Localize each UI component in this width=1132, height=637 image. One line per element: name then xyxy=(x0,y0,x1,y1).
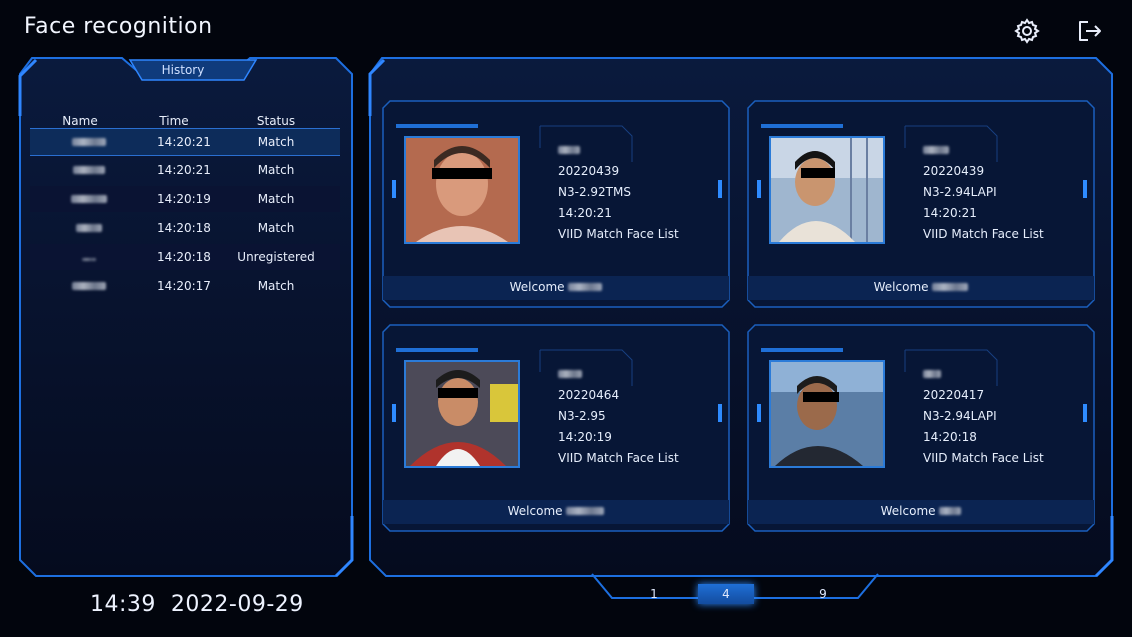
blurred-name xyxy=(82,258,96,261)
card-time: 14:20:19 xyxy=(558,430,612,444)
card-list: VIID Match Face List xyxy=(558,451,679,465)
recognition-card[interactable]: 20220464 N3-2.95 14:20:19 VIID Match Fac… xyxy=(382,324,730,532)
face-photo xyxy=(769,360,885,468)
clock: 14:39 2022-09-29 xyxy=(90,592,304,617)
card-info: 20220439 N3-2.92TMS 14:20:21 VIID Match … xyxy=(558,140,679,245)
column-header-status: Status xyxy=(256,114,296,128)
card-id: 20220464 xyxy=(558,388,620,402)
blurred-name xyxy=(568,283,603,291)
page-option-4[interactable]: 4 xyxy=(698,584,754,604)
card-info: 20220439 N3-2.94LAPI 14:20:21 VIID Match… xyxy=(923,140,1044,245)
row-status: Match xyxy=(257,192,295,206)
recognition-card[interactable]: 20220439 N3-2.94LAPI 14:20:21 VIID Match… xyxy=(747,100,1095,308)
blurred-name xyxy=(932,283,969,291)
table-row[interactable]: 14:20:17 Match xyxy=(30,273,340,299)
card-device: N3-2.92TMS xyxy=(558,185,631,199)
card-time: 14:20:21 xyxy=(923,206,977,220)
card-list: VIID Match Face List xyxy=(923,451,1044,465)
blurred-name xyxy=(72,282,106,290)
row-time: 14:20:19 xyxy=(157,192,211,206)
table-row[interactable]: 14:20:21 Match xyxy=(30,128,340,156)
clock-date: 2022-09-29 xyxy=(170,592,304,617)
row-status: Unregistered xyxy=(237,250,315,264)
row-status: Match xyxy=(257,279,295,293)
welcome-text: Welcome xyxy=(507,504,563,518)
welcome-message: Welcome xyxy=(747,500,1095,522)
row-time: 14:20:18 xyxy=(157,250,211,264)
blurred-name xyxy=(558,370,582,378)
page-option-1[interactable]: 1 xyxy=(626,584,682,604)
row-time: 14:20:17 xyxy=(157,279,211,293)
row-time: 14:20:21 xyxy=(157,163,211,177)
gear-icon[interactable] xyxy=(1012,16,1042,46)
card-info: 20220417 N3-2.94LAPI 14:20:18 VIID Match… xyxy=(923,364,1044,469)
column-header-time: Time xyxy=(159,114,189,128)
tab-history[interactable]: History xyxy=(128,60,238,80)
clock-time: 14:39 xyxy=(90,592,156,617)
row-status: Match xyxy=(257,221,295,235)
page-title: Face recognition xyxy=(24,14,213,39)
row-time: 14:20:18 xyxy=(157,221,211,235)
row-status: Match xyxy=(257,135,295,149)
card-time: 14:20:18 xyxy=(923,430,977,444)
page-option-9[interactable]: 9 xyxy=(795,584,851,604)
face-photo xyxy=(404,360,520,468)
welcome-message: Welcome xyxy=(747,276,1095,298)
row-status: Match xyxy=(257,163,295,177)
card-device: N3-2.94LAPI xyxy=(923,409,997,423)
blurred-name xyxy=(558,146,580,154)
blurred-name xyxy=(566,507,605,515)
blurred-name xyxy=(939,507,962,515)
face-photo xyxy=(404,136,520,244)
recognition-card[interactable]: 20220439 N3-2.92TMS 14:20:21 VIID Match … xyxy=(382,100,730,308)
welcome-text: Welcome xyxy=(873,280,929,294)
card-id: 20220439 xyxy=(923,164,985,178)
row-time: 14:20:21 xyxy=(157,135,211,149)
blurred-name xyxy=(72,138,106,146)
blurred-name xyxy=(73,166,105,174)
card-device: N3-2.94LAPI xyxy=(923,185,997,199)
recognition-card[interactable]: 20220417 N3-2.94LAPI 14:20:18 VIID Match… xyxy=(747,324,1095,532)
face-photo xyxy=(769,136,885,244)
logout-icon[interactable] xyxy=(1074,16,1104,46)
card-list: VIID Match Face List xyxy=(923,227,1044,241)
card-time: 14:20:21 xyxy=(558,206,612,220)
card-info: 20220464 N3-2.95 14:20:19 VIID Match Fac… xyxy=(558,364,679,469)
card-id: 20220439 xyxy=(558,164,620,178)
blurred-name xyxy=(71,195,107,203)
welcome-message: Welcome xyxy=(382,500,730,522)
blurred-name xyxy=(76,224,102,232)
blurred-name xyxy=(923,146,949,154)
column-header-name: Name xyxy=(62,114,98,128)
table-row[interactable]: 14:20:19 Match xyxy=(30,186,340,212)
table-row[interactable]: 14:20:18 Unregistered xyxy=(30,244,340,270)
welcome-message: Welcome xyxy=(382,276,730,298)
welcome-text: Welcome xyxy=(509,280,565,294)
table-row[interactable]: 14:20:18 Match xyxy=(30,215,340,241)
card-device: N3-2.95 xyxy=(558,409,606,423)
card-id: 20220417 xyxy=(923,388,985,402)
blurred-name xyxy=(923,370,941,378)
table-row[interactable]: 14:20:21 Match xyxy=(30,157,340,183)
card-list: VIID Match Face List xyxy=(558,227,679,241)
welcome-text: Welcome xyxy=(880,504,936,518)
